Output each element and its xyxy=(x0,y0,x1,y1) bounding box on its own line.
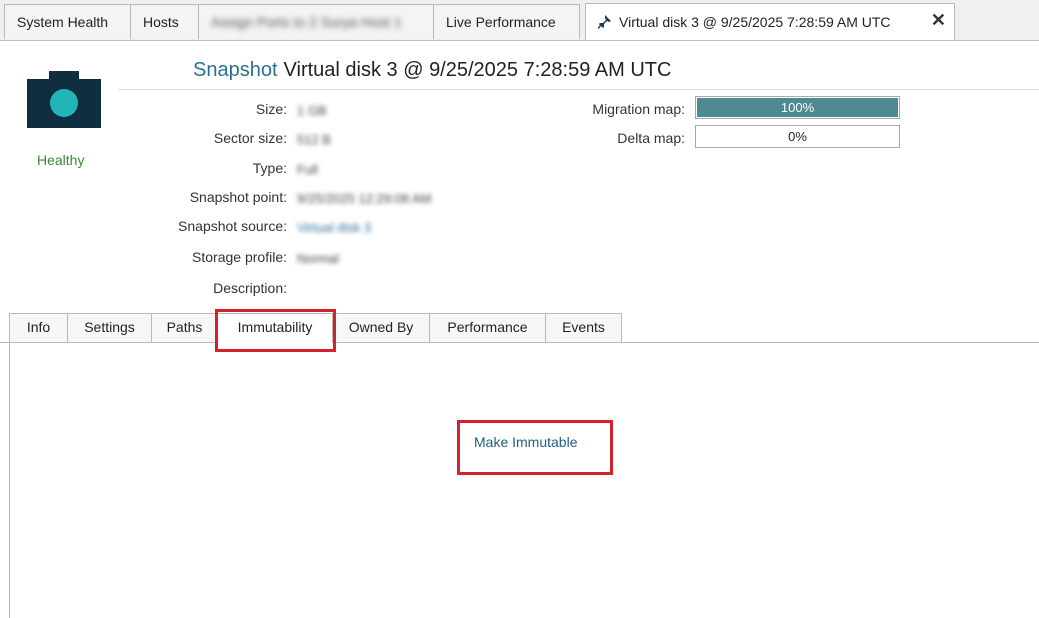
pin-icon[interactable] xyxy=(598,15,611,29)
doc-tab-label: Virtual disk 3 @ 9/25/2025 7:28:59 AM UT… xyxy=(619,14,891,30)
sector-size-label: Sector size: xyxy=(213,130,287,146)
storage-profile-label: Storage profile: xyxy=(192,249,287,265)
tab-performance[interactable]: Performance xyxy=(429,313,546,342)
doc-tab-label: System Health xyxy=(17,14,109,30)
tab-label: Owned By xyxy=(348,319,414,335)
tab-label: Info xyxy=(26,319,51,335)
storage-profile-value: Normal xyxy=(297,251,339,266)
doc-tab-hosts[interactable]: Hosts xyxy=(130,4,199,39)
doc-tab-label: Hosts xyxy=(143,14,179,30)
detail-tab-strip: Info Settings Paths Immutability Owned B… xyxy=(0,313,1039,343)
tab-label: Events xyxy=(562,319,605,335)
doc-tab-live-performance[interactable]: Live Performance xyxy=(433,4,580,39)
title-name: Virtual disk 3 @ 9/25/2025 7:28:59 AM UT… xyxy=(283,59,672,81)
page-title: Snapshot Virtual disk 3 @ 9/25/2025 7:28:… xyxy=(193,59,671,82)
tab-settings[interactable]: Settings xyxy=(67,313,152,342)
delta-map-label: Delta map: xyxy=(617,130,685,146)
delta-map-progress: 0% xyxy=(695,125,900,148)
size-value: 1 GB xyxy=(297,103,327,118)
migration-map-progress: 100% xyxy=(695,96,900,119)
type-value: Full xyxy=(297,162,318,177)
snapshot-source-link[interactable]: Virtual disk 3 xyxy=(297,220,371,235)
type-label: Type: xyxy=(252,160,287,176)
health-status: Healthy xyxy=(37,152,85,168)
delta-map-value: 0% xyxy=(788,129,807,144)
doc-tab-label: Assign Ports to 2 Surya Host 1 xyxy=(211,14,402,30)
close-icon[interactable]: ✕ xyxy=(931,11,946,29)
snapshot-camera-icon xyxy=(27,71,101,128)
migration-map-label: Migration map: xyxy=(592,101,685,117)
snapshot-point-label: Snapshot point: xyxy=(189,189,287,205)
tab-label: Settings xyxy=(84,319,135,335)
tab-immutability[interactable]: Immutability xyxy=(217,313,333,343)
doc-tab-label: Live Performance xyxy=(446,14,556,30)
sector-size-value: 512 B xyxy=(297,132,331,147)
size-label: Size: xyxy=(255,101,287,117)
tab-events[interactable]: Events xyxy=(545,313,622,342)
tab-paths[interactable]: Paths xyxy=(151,313,218,342)
tab-info[interactable]: Info xyxy=(9,313,68,342)
tab-owned-by[interactable]: Owned By xyxy=(332,313,430,342)
title-type: Snapshot xyxy=(193,59,278,81)
doc-tab-virtual-disk-snapshot[interactable]: Virtual disk 3 @ 9/25/2025 7:28:59 AM UT… xyxy=(585,3,955,40)
document-tab-strip: System Health Hosts Assign Ports to 2 Su… xyxy=(0,0,1039,41)
make-immutable-link[interactable]: Make Immutable xyxy=(474,434,577,450)
description-label: Description: xyxy=(213,280,287,296)
tab-label: Immutability xyxy=(237,319,313,335)
migration-map-value: 100% xyxy=(780,100,815,115)
tab-content-panel xyxy=(9,342,1039,618)
title-divider xyxy=(118,89,1039,90)
snapshot-point-value: 9/25/2025 12:29:08 AM xyxy=(297,191,432,206)
snapshot-source-label: Snapshot source: xyxy=(178,218,287,234)
tab-label: Performance xyxy=(447,319,528,335)
doc-tab-assign-ports[interactable]: Assign Ports to 2 Surya Host 1 xyxy=(198,4,434,39)
doc-tab-system-health[interactable]: System Health xyxy=(4,4,131,39)
tab-label: Paths xyxy=(166,319,203,335)
